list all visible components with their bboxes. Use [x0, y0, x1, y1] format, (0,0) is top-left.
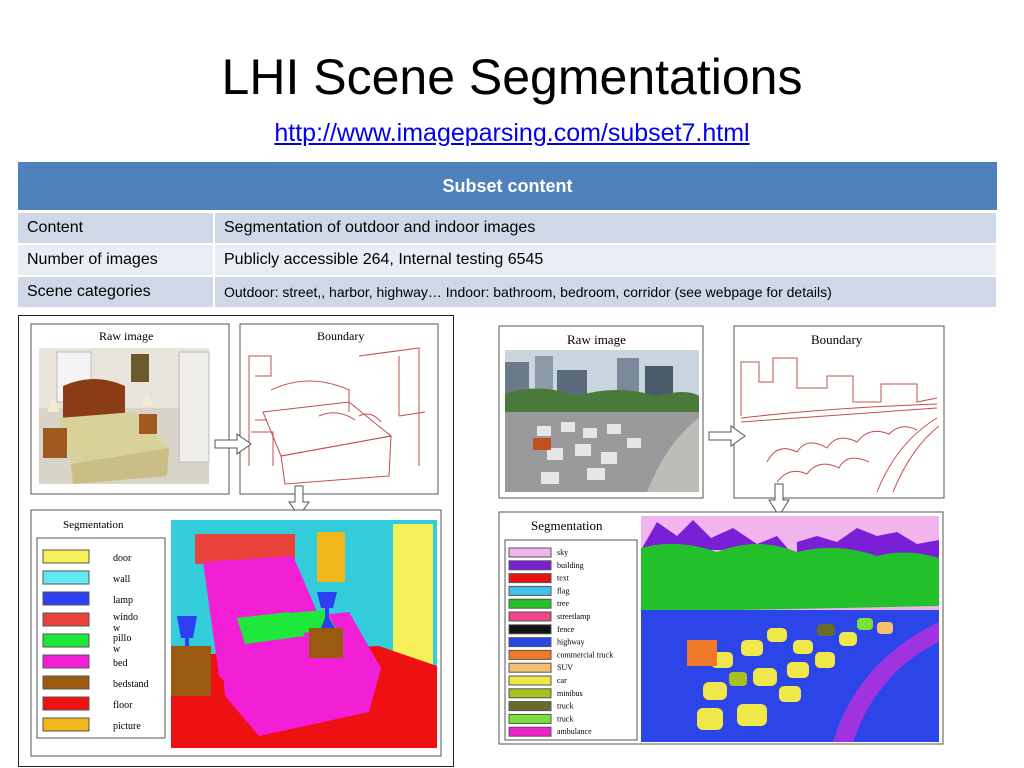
indoor-legend-label: bed — [113, 658, 127, 669]
outdoor-legend-label: highway — [557, 638, 585, 647]
outdoor-legend-swatch — [508, 611, 552, 622]
indoor-legend-label: bedstand — [113, 679, 149, 690]
outdoor-legend-label: building — [557, 561, 584, 570]
indoor-legend-swatch — [42, 675, 90, 690]
indoor-legend-swatch — [42, 612, 90, 627]
indoor-legend-label: picture — [113, 721, 141, 732]
indoor-legend-swatch — [42, 591, 90, 606]
outdoor-figure-drawing: Raw image Boundary Segmentation skybuild… — [498, 325, 945, 745]
outdoor-legend-swatch — [508, 713, 552, 724]
outdoor-legend-label: commercial truck — [557, 650, 613, 659]
indoor-segmentation-map — [171, 520, 437, 748]
indoor-figure: Raw image Boundary Segmentation door wal… — [18, 315, 454, 767]
outdoor-legend-label: car — [557, 676, 567, 685]
table-header-row: Subset content — [18, 162, 997, 213]
outdoor-legend-label: fence — [557, 625, 575, 634]
outdoor-legend-label: sky — [557, 548, 568, 557]
outdoor-legend-swatch — [508, 573, 552, 584]
outdoor-legend-swatch — [508, 688, 552, 699]
outdoor-legend-swatch — [508, 637, 552, 648]
highway-photo — [505, 350, 699, 492]
indoor-legend-swatch — [42, 654, 90, 669]
table-row: Content Segmentation of outdoor and indo… — [18, 211, 998, 245]
indoor-legend-label: floor — [113, 700, 133, 711]
table-row: Scene categories Outdoor: street,, harbo… — [18, 276, 998, 309]
outdoor-legend-label: tree — [557, 599, 569, 608]
outdoor-legend-swatch — [508, 585, 552, 596]
outdoor-legend-label: truck — [557, 714, 573, 723]
bedroom-photo — [39, 348, 210, 484]
indoor-legend-swatch — [42, 549, 90, 564]
indoor-legend-swatch — [42, 717, 90, 732]
outdoor-legend-label: streetlamp — [557, 612, 590, 621]
outdoor-legend-swatch — [508, 662, 552, 673]
indoor-legend-label: door — [113, 553, 132, 564]
outdoor-legend-swatch — [508, 675, 552, 686]
subset-table: Subset content Content Segmentation of o… — [18, 162, 998, 309]
row-label: Content — [18, 211, 215, 245]
table-header: Subset content — [18, 162, 997, 213]
outdoor-legend-label: minibus — [557, 689, 583, 698]
indoor-figure-drawing: Raw image Boundary Segmentation doorwall… — [30, 323, 442, 757]
row-value: Publicly accessible 264, Internal testin… — [214, 244, 998, 277]
indoor-segmentation-label: Segmentation — [63, 519, 124, 531]
outdoor-legend-swatch — [508, 560, 552, 571]
outdoor-legend-swatch — [508, 624, 552, 635]
indoor-legend-label: wall — [113, 574, 130, 585]
indoor-legend-swatch — [42, 696, 90, 711]
outdoor-boundary-label: Boundary — [811, 332, 863, 347]
outdoor-segmentation-map — [641, 516, 939, 742]
row-label: Scene categories — [18, 276, 215, 309]
outdoor-legend-label: ambulance — [557, 727, 592, 736]
indoor-boundary-label: Boundary — [317, 329, 364, 343]
outdoor-legend-swatch — [508, 649, 552, 660]
row-label: Number of images — [18, 244, 215, 277]
indoor-legend-label: lamp — [113, 595, 133, 606]
subset-link[interactable]: http://www.imageparsing.com/subset7.html — [0, 118, 1024, 148]
outdoor-legend-label: SUV — [557, 663, 573, 672]
outdoor-figure: Raw image Boundary Segmentation sky buil… — [497, 322, 949, 746]
indoor-legend-swatch — [42, 570, 90, 585]
indoor-legend-swatch — [42, 633, 90, 648]
outdoor-raw-label: Raw image — [567, 332, 626, 347]
outdoor-legend-label: flag — [557, 586, 569, 595]
slide-title: LHI Scene Segmentations — [221, 49, 803, 105]
outdoor-legend-swatch — [508, 598, 552, 609]
row-value: Segmentation of outdoor and indoor image… — [214, 211, 998, 245]
outdoor-legend-label: truck — [557, 702, 573, 711]
outdoor-legend-swatch — [508, 701, 552, 712]
outdoor-segmentation-label: Segmentation — [531, 518, 603, 533]
outdoor-legend-label: text — [557, 574, 570, 583]
indoor-raw-label: Raw image — [99, 329, 153, 343]
outdoor-legend-swatch — [508, 726, 552, 737]
row-value: Outdoor: street,, harbor, highway… Indoo… — [214, 276, 998, 309]
outdoor-legend-swatch — [508, 547, 552, 558]
table-row: Number of images Publicly accessible 264… — [18, 244, 998, 277]
